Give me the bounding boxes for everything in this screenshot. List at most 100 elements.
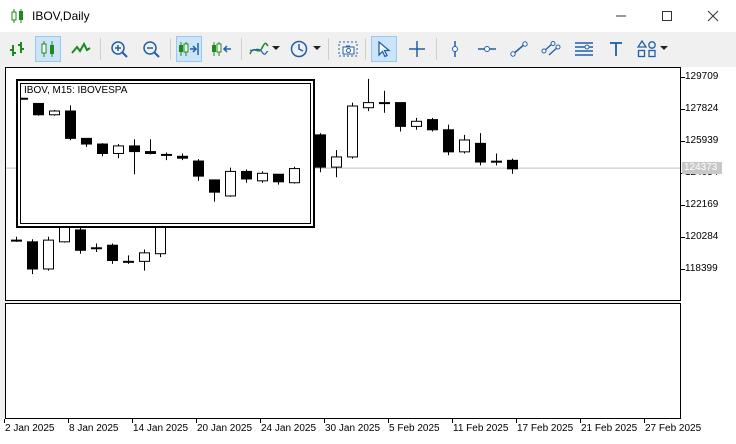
time-label: 5 Feb 2025 <box>389 423 440 434</box>
screenshot-icon <box>338 41 358 57</box>
shapes-dropdown-icon[interactable] <box>660 46 668 50</box>
line-chart-button[interactable] <box>68 36 94 62</box>
chart-shift-icon <box>212 42 231 56</box>
shapes-button[interactable] <box>634 36 660 62</box>
cursor-button[interactable] <box>371 36 397 62</box>
screenshot-button[interactable] <box>335 36 361 62</box>
inset-chart-frame: IBOV, M15: IBOVESPA <box>20 83 311 224</box>
inset-candle <box>225 167 236 197</box>
time-label: 8 Jan 2025 <box>69 423 119 434</box>
bar-chart-icon <box>10 42 24 56</box>
candle-body <box>459 139 470 153</box>
crosshair-button[interactable] <box>404 36 430 62</box>
candle <box>491 153 502 166</box>
candle <box>411 117 422 130</box>
candle <box>331 150 342 178</box>
candle <box>443 124 454 156</box>
candle <box>315 133 326 173</box>
inset-candle <box>49 110 60 116</box>
window-title: IBOV,Daily <box>32 9 90 23</box>
candle <box>507 158 518 174</box>
bar-chart-button[interactable] <box>4 36 30 62</box>
timeframe-button[interactable] <box>286 36 312 62</box>
time-scale[interactable]: 2 Jan 2025 8 Jan 2025 14 Jan 2025 20 Jan 20… <box>0 419 736 444</box>
zoom-in-button[interactable] <box>106 36 132 62</box>
inset-candle <box>129 139 140 175</box>
time-label: 30 Jan 2025 <box>325 423 381 434</box>
inset-candle-body <box>113 145 124 154</box>
chart-shift-button[interactable] <box>209 36 235 62</box>
chart-toolbar <box>0 32 736 66</box>
inset-candle-body <box>177 155 188 159</box>
candle-body <box>139 252 150 262</box>
candlestick-chart-button[interactable] <box>35 36 61 62</box>
candle-body <box>411 120 422 127</box>
indicator-subwindow[interactable] <box>5 303 681 419</box>
zoom-out-button[interactable] <box>138 36 164 62</box>
text-button[interactable] <box>603 36 629 62</box>
line-chart-icon <box>71 41 91 54</box>
candle-body <box>11 239 22 242</box>
close-button[interactable] <box>690 0 736 32</box>
candle <box>379 90 390 113</box>
candle-body <box>475 142 486 163</box>
candle-body <box>91 247 102 250</box>
inset-candle-body <box>273 173 284 183</box>
candle <box>139 249 150 271</box>
shapes-icon <box>637 40 656 58</box>
candle-body <box>75 229 86 251</box>
candle-body <box>427 119 438 131</box>
maximize-button[interactable] <box>644 0 690 32</box>
inset-candle <box>65 105 76 141</box>
time-label: 14 Jan 2025 <box>133 423 189 434</box>
candle-body <box>123 260 134 263</box>
price-label: 127824 <box>685 103 719 114</box>
inset-candle-body <box>193 160 204 177</box>
candle <box>427 117 438 132</box>
time-label: 21 Feb 2025 <box>581 423 638 434</box>
inset-candle-body <box>241 170 252 180</box>
equidistant-channel-button[interactable] <box>538 36 564 62</box>
time-label: 24 Jan 2025 <box>261 423 317 434</box>
candle <box>75 226 86 254</box>
indicators-button[interactable] <box>246 36 272 62</box>
candle-body <box>107 244 118 261</box>
candle <box>27 239 38 275</box>
candle-body <box>363 102 374 109</box>
inset-candle <box>81 137 92 147</box>
auto-scroll-button[interactable] <box>176 36 202 62</box>
price-scale[interactable]: 1297091278241259391240541221691202841183… <box>681 67 736 419</box>
price-label: 120284 <box>685 231 719 242</box>
inset-candle-body <box>225 170 236 197</box>
time-label: 17 Feb 2025 <box>517 423 574 434</box>
trendline-icon <box>510 41 528 57</box>
minimize-button[interactable] <box>598 0 644 32</box>
inset-chart-candles <box>21 97 300 202</box>
price-label: 118399 <box>685 263 718 274</box>
auto-scroll-icon <box>179 42 199 56</box>
inset-chart-object[interactable]: IBOV, M15: IBOVESPA <box>16 79 315 228</box>
candle-body <box>491 160 502 163</box>
candle-body <box>379 102 390 105</box>
inset-candle <box>209 179 220 202</box>
fibonacci-button[interactable] <box>571 36 597 62</box>
inset-candle <box>113 144 124 159</box>
time-label: 2 Jan 2025 <box>5 423 55 434</box>
horizontal-line-button[interactable] <box>474 36 500 62</box>
inset-candle-body <box>33 102 44 116</box>
timeframe-dropdown-icon[interactable] <box>313 46 321 50</box>
candle-body <box>43 239 54 270</box>
inset-candle-body <box>161 153 172 156</box>
time-label: 20 Jan 2025 <box>197 423 253 434</box>
candle <box>395 102 406 132</box>
inset-candle <box>145 139 156 155</box>
vertical-line-button[interactable] <box>442 36 468 62</box>
inset-candle <box>241 169 252 183</box>
price-label: 125939 <box>685 135 719 146</box>
indicators-dropdown-icon[interactable] <box>272 46 280 50</box>
candle-body <box>395 102 406 127</box>
indicators-icon <box>249 42 269 55</box>
inset-candle-body <box>81 137 92 145</box>
candle <box>363 78 374 112</box>
trendline-button[interactable] <box>506 36 532 62</box>
